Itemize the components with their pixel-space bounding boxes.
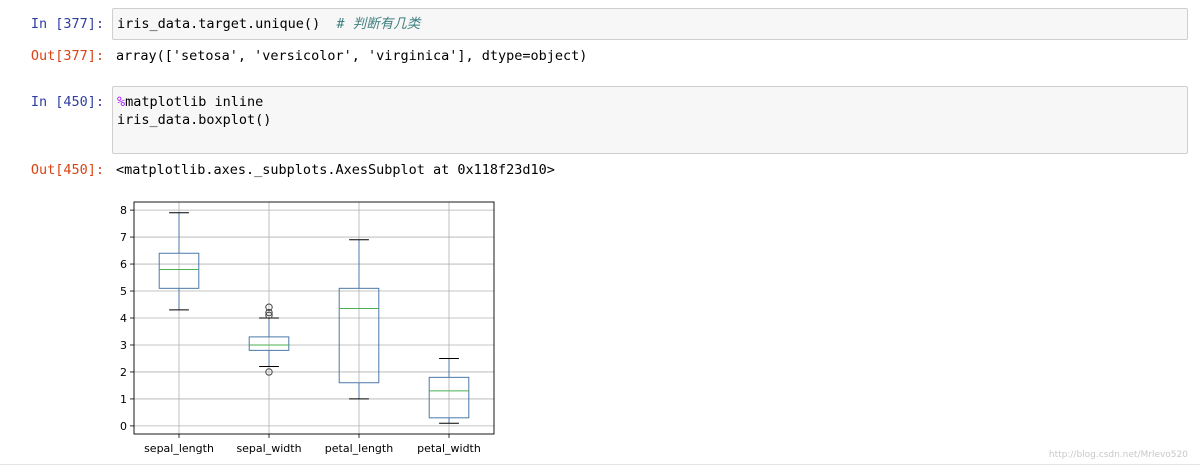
- cell1-code-editor[interactable]: iris_data.target.unique() # 判断有几类: [112, 8, 1188, 40]
- y-tick-label: 8: [120, 204, 127, 217]
- y-tick-label: 4: [120, 312, 127, 325]
- cell1-comment: # 判断有几类: [336, 16, 421, 32]
- cell2-code-editor[interactable]: %matplotlib inline iris_data.boxplot(): [112, 86, 1188, 154]
- x-tick-label: sepal_length: [144, 442, 214, 455]
- cell1-code: iris_data.target.unique(): [117, 16, 321, 32]
- cell2-code-line-2: iris_data.boxplot(): [117, 112, 272, 128]
- cell2-output-prompt: Out[450]:: [30, 162, 104, 178]
- bottom-divider: [0, 464, 1200, 465]
- cell2-code-line-1: %matplotlib inline: [113, 93, 1187, 111]
- cell1-code-line: iris_data.target.unique() # 判断有几类: [113, 15, 1187, 33]
- cell1-output: array(['setosa', 'versicolor', 'virginic…: [116, 48, 588, 64]
- y-tick-label: 0: [120, 420, 127, 433]
- x-tick-label: sepal_width: [236, 442, 301, 455]
- watermark: http://blog.csdn.net/Mrlevo520: [1048, 450, 1188, 460]
- x-tick-label: petal_width: [417, 442, 481, 455]
- x-tick-label: petal_length: [325, 442, 393, 455]
- cell2-magic-command: matplotlib inline: [125, 94, 264, 110]
- y-tick-label: 6: [120, 258, 127, 271]
- y-tick-label: 5: [120, 285, 127, 298]
- boxplot-chart: 0 1 2 3 4 5 6 7 8 sepal_length sepal_width petal_le…: [120, 201, 495, 455]
- cell2-input-prompt: In [450]:: [30, 94, 104, 110]
- y-tick-label: 7: [120, 231, 127, 244]
- cell2-magic-symbol: %: [117, 94, 126, 110]
- cell2-output: <matplotlib.axes._subplots.AxesSubplot a…: [116, 162, 555, 178]
- cell1-output-prompt: Out[377]:: [30, 48, 104, 64]
- y-tick-label: 2: [120, 366, 127, 379]
- y-tick-label: 3: [120, 339, 127, 352]
- y-tick-label: 1: [120, 393, 127, 406]
- cell1-input-prompt: In [377]:: [30, 16, 104, 32]
